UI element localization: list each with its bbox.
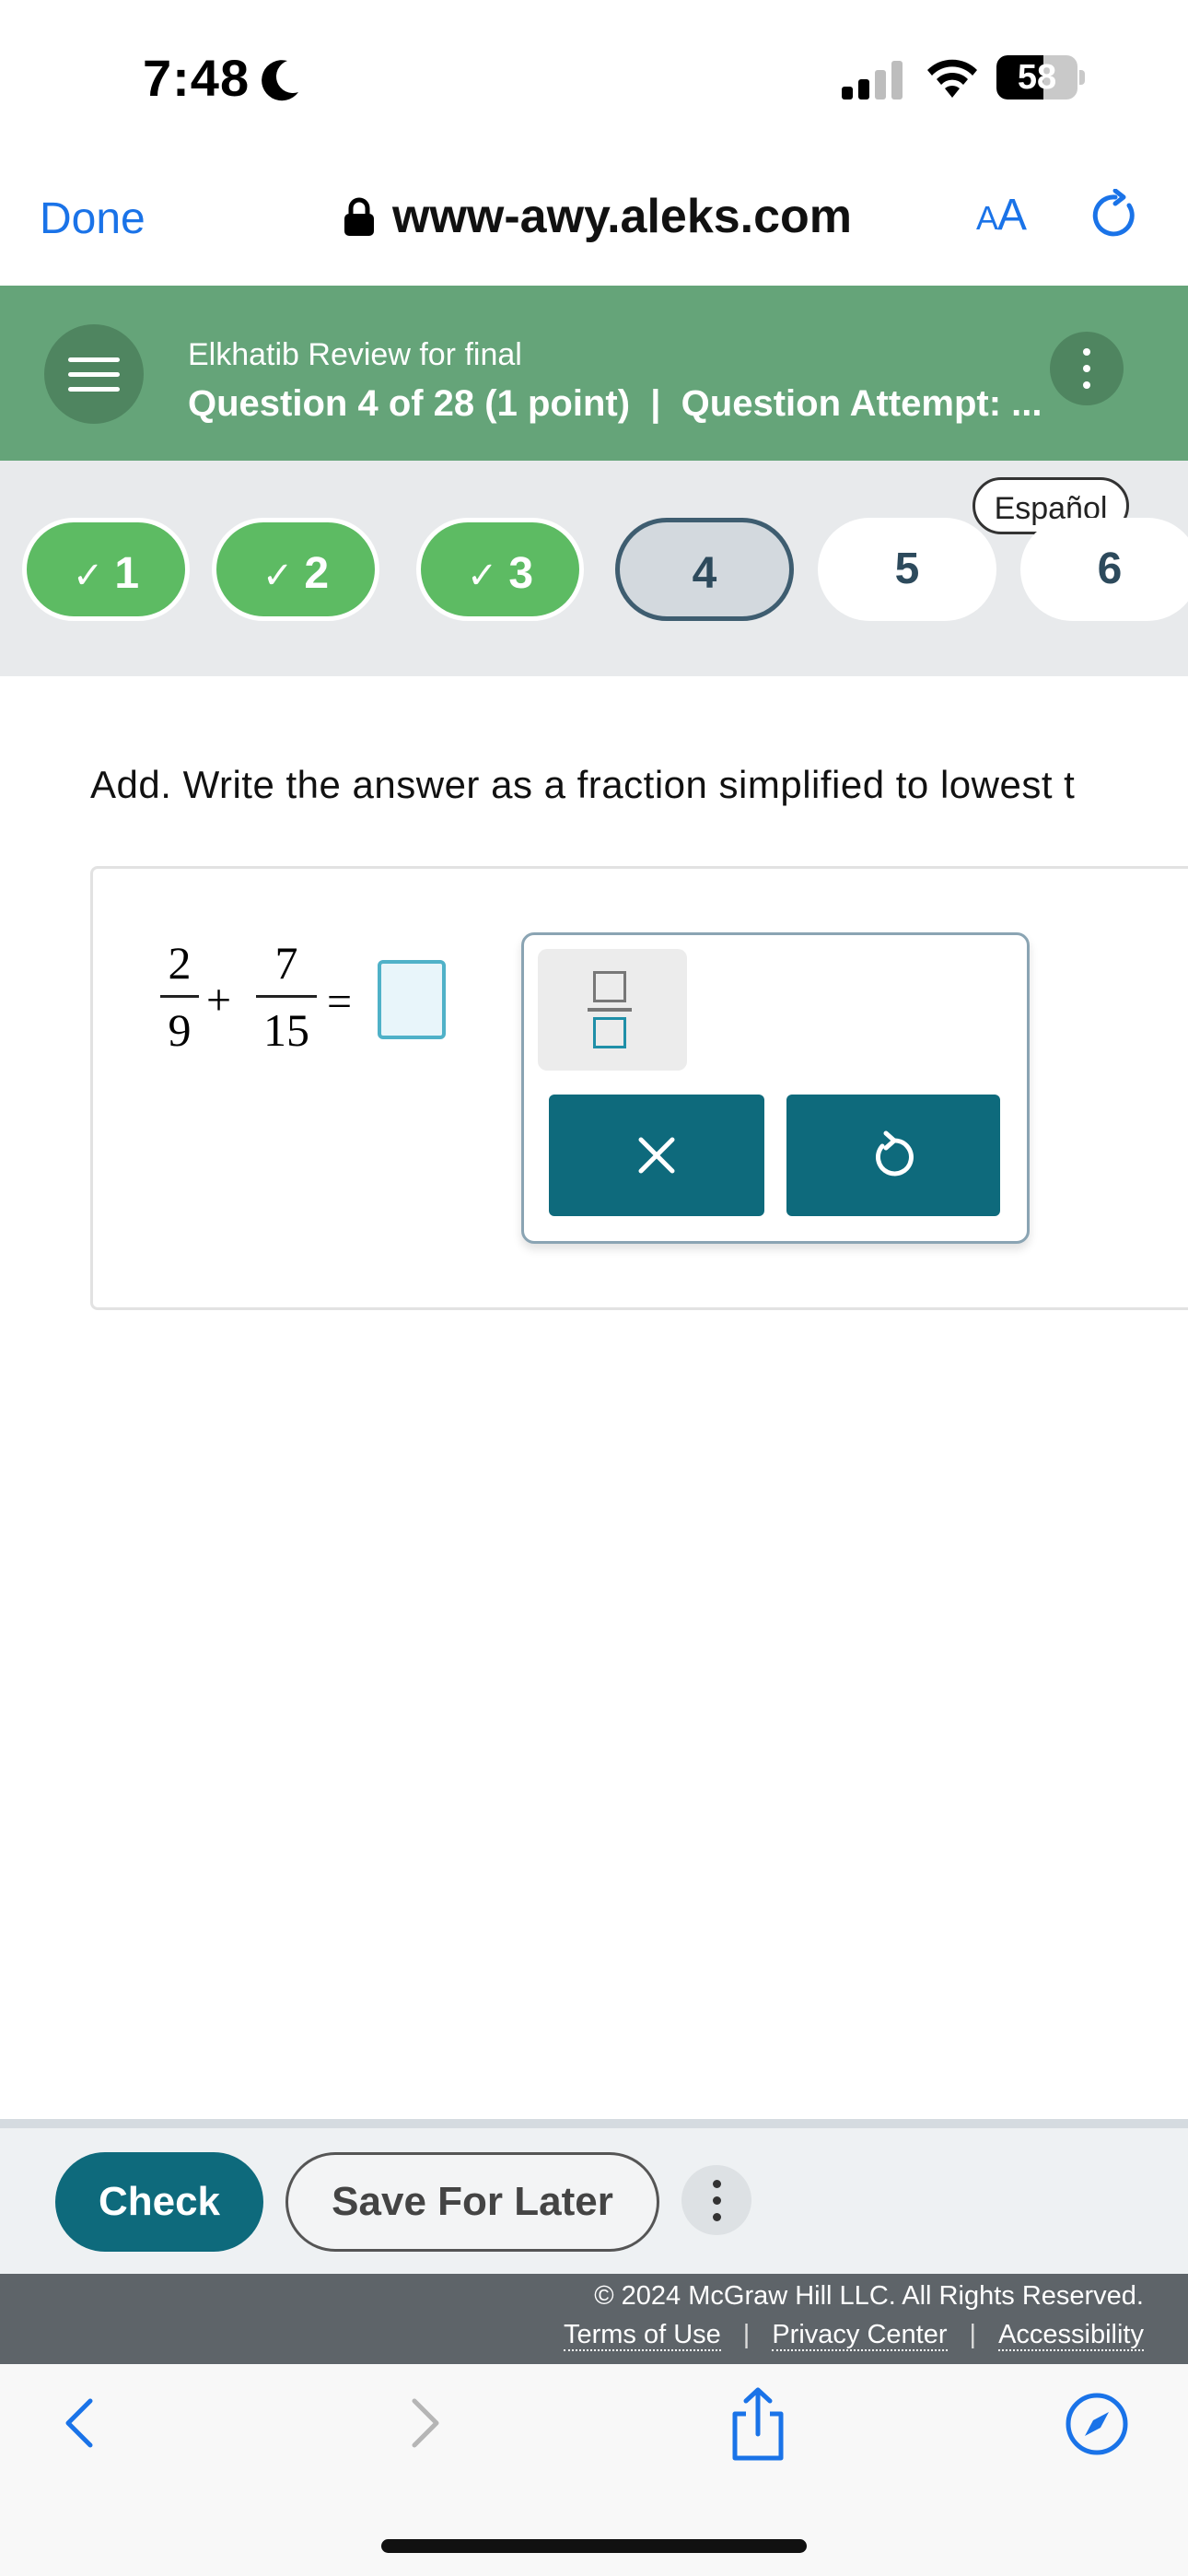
close-icon [638,1137,675,1174]
compass-icon[interactable] [1065,2392,1129,2456]
text-size-small: A [976,199,998,237]
text-size-button[interactable]: AA [976,190,1027,240]
accessibility-link[interactable]: Accessibility [998,2320,1144,2351]
privacy-center-link[interactable]: Privacy Center [772,2320,948,2351]
lock-icon [344,197,374,236]
url-text[interactable]: www-awy.aleks.com [392,189,852,244]
undo-icon [875,1130,914,1177]
copyright-text: © 2024 McGraw Hill LLC. All Rights Reser… [594,2281,1144,2311]
battery-percent: 58 [1017,58,1057,97]
home-indicator [381,2539,807,2553]
more-options-button[interactable] [1050,332,1124,405]
denominator: 9 [168,1004,192,1056]
undo-button[interactable] [786,1095,1000,1216]
cellular-signal-icon [842,61,903,100]
numerator: 2 [168,937,192,989]
footer-links: Terms of Use | Privacy Center | Accessibilit… [563,2320,1144,2351]
reload-icon[interactable] [1089,189,1142,242]
question-instruction: Add. Write the answer as a fraction simp… [90,763,1076,806]
terms-of-use-link[interactable]: Terms of Use [563,2320,721,2351]
question-6-button[interactable]: 6 [1020,518,1188,621]
forward-icon[interactable] [402,2395,448,2451]
battery-icon: 58 [996,55,1085,103]
question-3-button[interactable]: ✓ 3 [416,518,584,621]
equals-sign: = [327,978,353,1026]
plus-sign: + [206,976,232,1025]
fraction-2-9: 2 9 [160,936,199,1057]
fraction-7-15: 7 15 [256,936,317,1057]
wifi-icon [927,59,977,98]
moon-icon [262,60,298,101]
more-actions-button[interactable] [681,2165,751,2235]
back-icon[interactable] [57,2395,103,2451]
question-5-button[interactable]: 5 [818,518,996,621]
text-size-large: A [997,191,1027,240]
numerator: 7 [274,937,298,989]
aleks-header [0,286,1188,461]
done-button[interactable]: Done [40,193,146,244]
save-for-later-button[interactable]: Save For Later [285,2152,659,2252]
course-title: Elkhatib Review for final [188,337,522,372]
question-2-button[interactable]: ✓ 2 [212,518,379,621]
menu-button[interactable] [44,324,144,424]
answer-input[interactable] [378,960,446,1039]
share-icon[interactable] [726,2386,790,2462]
clear-button[interactable] [549,1095,764,1216]
question-1-button[interactable]: ✓ 1 [22,518,190,621]
fraction-template-button[interactable] [538,949,687,1071]
status-time: 7:48 [143,49,250,107]
question-4-button[interactable]: 4 [615,518,794,621]
check-button[interactable]: Check [55,2152,263,2252]
denominator: 15 [263,1004,309,1056]
question-info: Question 4 of 28 (1 point) | Question At… [188,383,1042,424]
